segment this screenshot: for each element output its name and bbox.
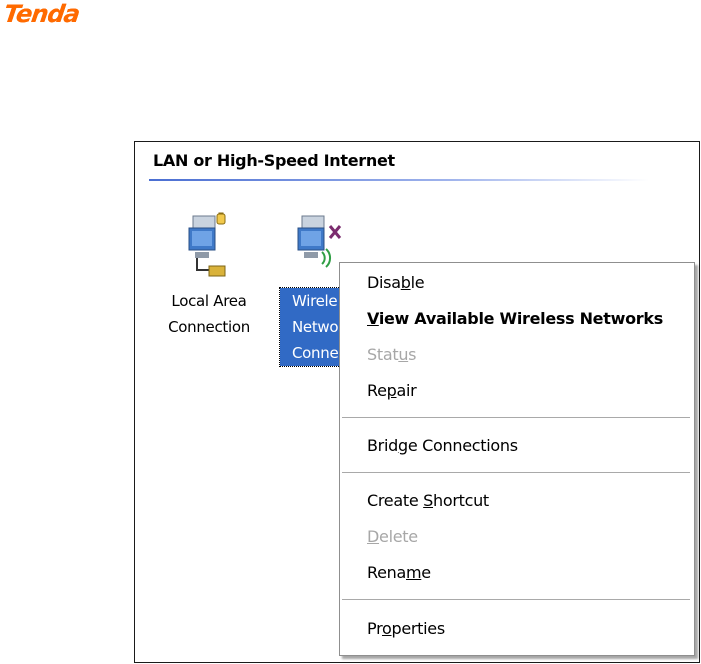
menu-item-rename[interactable]: Rename: [367, 563, 431, 582]
menu-item-properties[interactable]: Properties: [367, 619, 445, 638]
connection-label: Wirele Netwo Connec: [279, 287, 345, 367]
menu-item-view-available-wireless-networks[interactable]: View Available Wireless Networks: [367, 309, 663, 328]
menu-item-delete[interactable]: Delete: [367, 527, 418, 546]
menu-separator: [342, 417, 690, 419]
menu-separator: [342, 599, 690, 601]
menu-item-bridge-connections[interactable]: Bridge Connections: [367, 436, 518, 455]
lan-connection-icon: [179, 212, 239, 282]
menu-item-repair[interactable]: Repair: [367, 381, 417, 400]
group-divider: [149, 179, 649, 181]
group-title: LAN or High-Speed Internet: [153, 151, 395, 170]
local-area-connection[interactable]: Local Area Connection: [155, 212, 263, 340]
context-menu: Disable View Available Wireless Networks…: [339, 262, 695, 656]
tenda-logo: Tenda: [2, 0, 81, 28]
menu-item-create-shortcut[interactable]: Create Shortcut: [367, 491, 489, 510]
menu-separator: [342, 472, 690, 474]
connection-label: Local Area Connection: [168, 292, 250, 336]
menu-item-disable[interactable]: Disable: [367, 273, 425, 292]
menu-item-status[interactable]: Status: [367, 345, 417, 364]
